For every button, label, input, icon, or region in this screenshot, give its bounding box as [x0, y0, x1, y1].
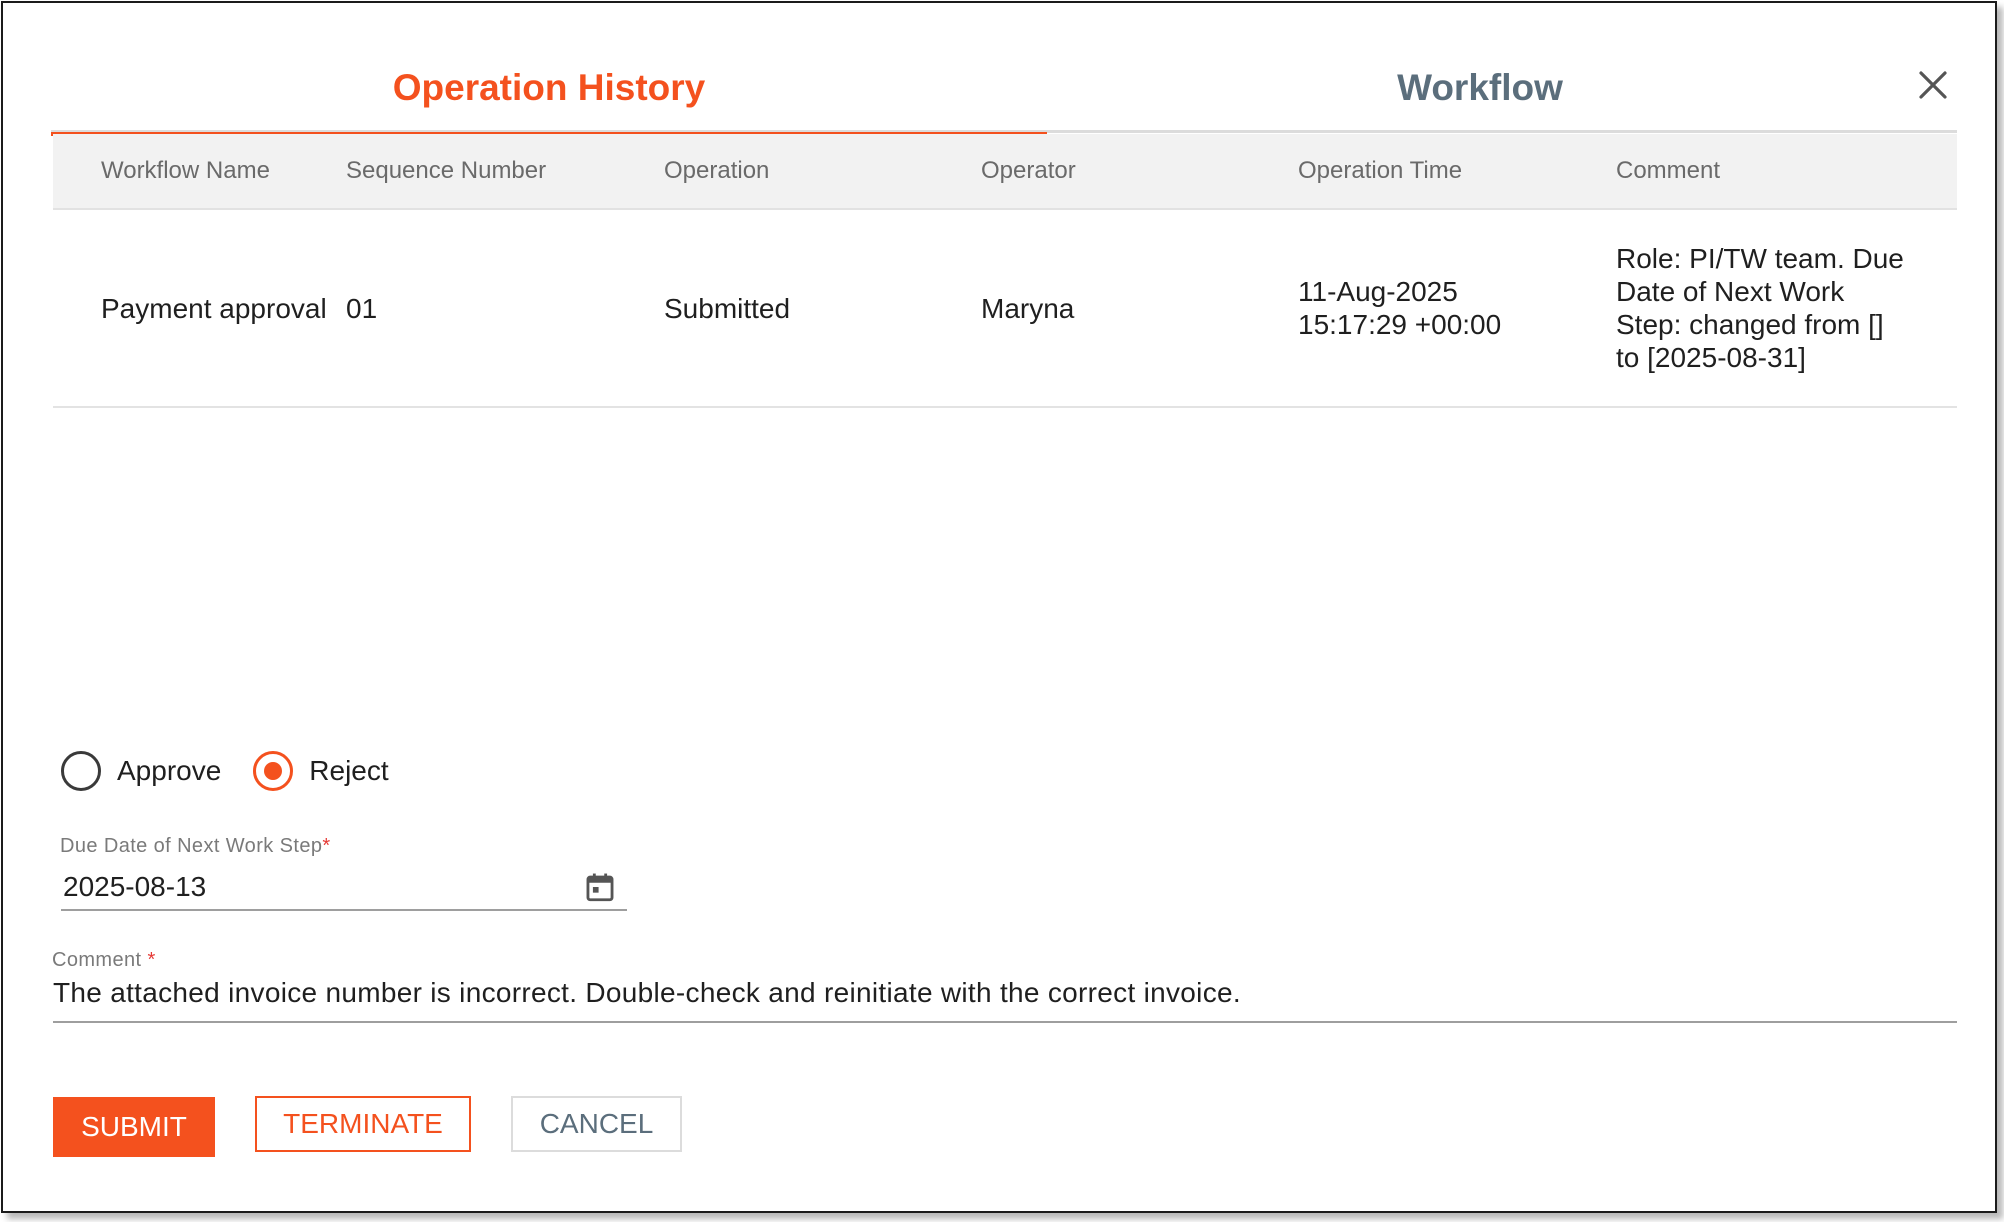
terminate-button[interactable]: TERMINATE — [255, 1096, 471, 1152]
header-operator: Operator — [981, 157, 1076, 184]
required-mark: * — [322, 835, 331, 857]
reject-radio[interactable]: Reject — [253, 751, 389, 791]
comment-label-text: Comment — [52, 949, 142, 971]
due-date-label-text: Due Date of Next Work Step — [60, 835, 323, 857]
cancel-button[interactable]: CANCEL — [511, 1096, 682, 1152]
header-sequence-number: Sequence Number — [346, 157, 547, 184]
cell-sequence-number: 01 — [346, 292, 378, 324]
operation-history-table: Workflow Name Sequence Number Operation … — [53, 134, 1957, 408]
close-button[interactable] — [1911, 63, 1955, 107]
operation-time-date: 11-Aug-2025 — [1298, 276, 1458, 307]
header-operation-time: Operation Time — [1298, 157, 1463, 184]
header-operation: Operation — [664, 157, 770, 184]
submit-button[interactable]: SUBMIT — [53, 1097, 215, 1157]
operation-time-time: 15:17:29 +00:00 — [1298, 309, 1502, 340]
approve-label: Approve — [117, 755, 222, 786]
comment-label: Comment * — [52, 949, 156, 972]
comment-field — [53, 977, 1957, 1023]
cell-operation: Submitted — [664, 292, 791, 324]
close-icon — [1919, 71, 1947, 99]
cell-comment: Role: PI/TW team. Due Date of Next Work … — [1616, 243, 1904, 373]
tab-operation-history[interactable]: Operation History — [51, 43, 1047, 136]
header-comment: Comment — [1616, 157, 1721, 184]
decision-radio-group: Approve Reject — [61, 751, 421, 791]
calendar-icon[interactable] — [583, 870, 617, 904]
tab-workflow[interactable]: Workflow — [1047, 43, 1913, 133]
comment-input[interactable] — [53, 977, 1957, 1009]
cell-operation-time: 11-Aug-2025 15:17:29 +00:00 — [1298, 275, 1616, 341]
table-header: Workflow Name Sequence Number Operation … — [53, 134, 1957, 210]
due-date-field — [61, 865, 627, 911]
cell-operator: Maryna — [981, 292, 1075, 324]
due-date-input[interactable] — [61, 871, 541, 903]
dialog: Operation History Workflow Workflow Name… — [1, 1, 1997, 1213]
table-row: Payment approval 01 Submitted Maryna 11-… — [53, 210, 1957, 408]
cell-workflow-name: Payment approval — [101, 292, 327, 324]
due-date-label: Due Date of Next Work Step* — [60, 835, 331, 858]
header-workflow-name: Workflow Name — [101, 157, 270, 184]
approve-radio[interactable]: Approve — [61, 751, 221, 791]
tab-bar: Operation History Workflow — [51, 43, 1957, 136]
reject-label: Reject — [309, 755, 389, 786]
radio-unchecked-icon[interactable] — [61, 751, 101, 791]
required-mark: * — [147, 949, 156, 971]
radio-checked-icon[interactable] — [253, 751, 294, 791]
